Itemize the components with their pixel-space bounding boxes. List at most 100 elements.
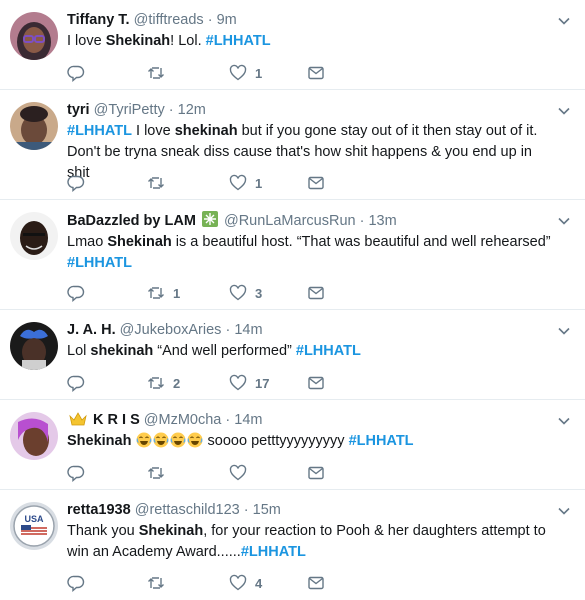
separator-dot: · [225,322,231,338]
tears-of-joy-emoji-icon [187,432,203,448]
hashtag-link[interactable]: #LHHATL [296,343,361,359]
display-name[interactable]: tyri [67,102,90,118]
retweet-button[interactable] [147,63,173,83]
envelope-icon [308,376,324,390]
timestamp[interactable]: 13m [368,213,396,229]
direct-message-button[interactable] [307,173,325,193]
user-handle[interactable]: @tifftreads [134,12,204,28]
tears-of-joy-emoji-icon [136,432,152,448]
tweet-header: BaDazzled by LAM @RunLaMarcusRun · 13m [67,211,557,230]
reply-button[interactable] [67,573,93,593]
display-name[interactable]: K R I S [93,412,140,428]
chevron-down-icon[interactable] [557,14,571,28]
reply-button[interactable] [67,283,93,303]
envelope-icon [308,286,324,300]
avatar[interactable] [10,212,58,260]
chevron-down-icon[interactable] [557,504,571,518]
hashtag-link[interactable]: #LHHATL [67,255,132,271]
hashtag-link[interactable]: #LHHATL [67,123,132,139]
chevron-down-icon[interactable] [557,214,571,228]
retweet-icon [148,377,164,389]
like-button[interactable]: 17 [229,373,269,393]
timestamp[interactable]: 12m [178,102,206,118]
text-segment: soooo petttyyyyyyyyy [203,433,349,449]
display-name[interactable]: retta1938 [67,502,131,518]
tweet-text: Shekinah soooo petttyyyyyyyyy #LHHATL [67,431,557,452]
highlighted-term: shekinah [174,123,238,139]
reply-button[interactable] [67,173,93,193]
retweet-icon [148,577,164,589]
chevron-down-icon[interactable] [557,324,571,338]
usa-badge-text: USA [24,514,44,524]
user-handle[interactable]: @RunLaMarcusRun [224,213,356,229]
retweet-button[interactable] [147,463,173,483]
tweet[interactable]: Tiffany T. @tifftreads · 9m I love Sheki… [0,0,585,90]
envelope-icon [308,466,324,480]
tweet-header: tyri @TyriPetty · 12m [67,101,557,119]
timestamp[interactable]: 14m [234,412,262,428]
sparkle-emoji-icon [201,211,218,227]
chevron-down-icon[interactable] [557,104,571,118]
reply-icon [67,285,85,302]
timestamp[interactable]: 14m [234,322,262,338]
avatar[interactable] [10,102,58,150]
reply-icon [67,465,85,482]
avatar[interactable] [10,412,58,460]
heart-icon [229,174,247,191]
retweet-button[interactable] [147,573,173,593]
tweet-text: I love Shekinah! Lol. #LHHATL [67,31,557,52]
timestamp[interactable]: 9m [217,12,237,28]
avatar[interactable]: USA [10,502,58,550]
like-button[interactable]: 1 [229,173,262,193]
tweet[interactable]: K R I S @MzM0cha · 14m Shekinah soooo pe… [0,400,585,490]
tears-of-joy-emoji-icon [170,432,186,448]
envelope-icon [308,576,324,590]
direct-message-button[interactable] [307,283,325,303]
retweet-button[interactable]: 1 [147,283,180,303]
reply-button[interactable] [67,463,93,483]
tweet-header: J. A. H. @JukeboxAries · 14m [67,321,557,339]
tweet[interactable]: USA retta1938 @rettaschild123 · 15m Than… [0,490,585,600]
user-handle[interactable]: @TyriPetty [94,102,165,118]
like-button[interactable]: 4 [229,573,262,593]
user-handle[interactable]: @MzM0cha [144,412,222,428]
like-button[interactable] [229,463,255,483]
user-handle[interactable]: @JukeboxAries [120,322,222,338]
retweet-button[interactable] [147,173,173,193]
reply-button[interactable] [67,63,93,83]
text-segment: “And well performed” [153,343,296,359]
hashtag-link[interactable]: #LHHATL [349,433,414,449]
separator-dot: · [225,412,231,428]
tweet-header: K R I S @MzM0cha · 14m [67,411,557,429]
avatar[interactable] [10,12,58,60]
display-name[interactable]: BaDazzled by LAM [67,213,196,229]
hashtag-link[interactable]: #LHHATL [241,544,306,560]
hashtag-link[interactable]: #LHHATL [206,33,271,49]
direct-message-button[interactable] [307,463,325,483]
retweet-count: 2 [173,375,181,391]
tweet[interactable]: J. A. H. @JukeboxAries · 14m Lol shekina… [0,310,585,400]
direct-message-button[interactable] [307,573,325,593]
chevron-down-icon[interactable] [557,414,571,428]
avatar[interactable] [10,322,58,370]
envelope-icon [308,66,324,80]
display-name[interactable]: Tiffany T. [67,12,130,28]
separator-dot: · [359,213,365,229]
retweet-button[interactable]: 2 [147,373,180,393]
text-segment: Lol [67,343,91,359]
tweet[interactable]: tyri @TyriPetty · 12m #LHHATL I love she… [0,90,585,200]
tweet[interactable]: BaDazzled by LAM @RunLaMarcusRun · 13m L… [0,200,585,310]
highlighted-term: Shekinah [107,234,172,250]
like-button[interactable]: 1 [229,63,262,83]
display-name[interactable]: J. A. H. [67,322,116,338]
direct-message-button[interactable] [307,63,325,83]
user-handle[interactable]: @rettaschild123 [135,502,240,518]
heart-icon [229,374,247,391]
reply-button[interactable] [67,373,93,393]
direct-message-button[interactable] [307,373,325,393]
like-button[interactable]: 3 [229,283,262,303]
highlighted-term: shekinah [90,343,154,359]
heart-icon [229,284,247,301]
separator-dot: · [207,12,213,28]
timestamp[interactable]: 15m [253,502,281,518]
